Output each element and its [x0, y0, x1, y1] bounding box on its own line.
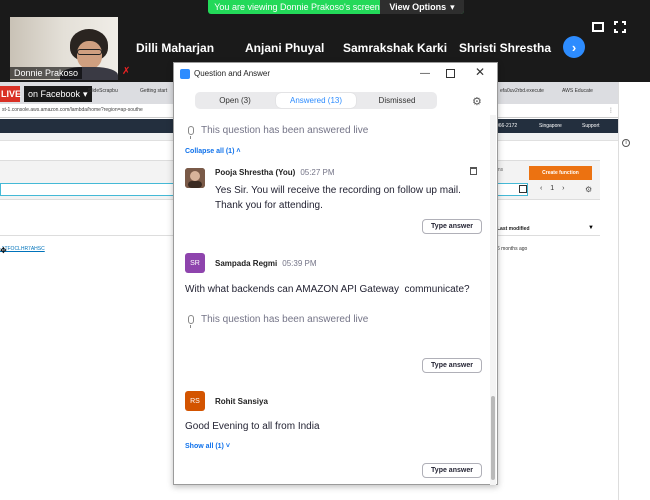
question-author: Rohit Sansiya: [215, 397, 268, 406]
tab-answered[interactable]: Answered (13): [276, 93, 356, 108]
share-banner-text: You are viewing Donnie Prakoso's screen: [214, 2, 380, 12]
qa-message-list: This question has been answered live Col…: [174, 115, 490, 485]
type-answer-button[interactable]: Type answer: [422, 219, 482, 234]
avatar: SR: [185, 253, 205, 273]
fullscreen-icon[interactable]: [614, 21, 626, 33]
participant-tile-2[interactable]: Anjani Phuyal: [245, 41, 324, 55]
live-badge: LIVE: [0, 86, 21, 102]
qa-tab-bar: Open (3) Answered (13) Dismissed: [195, 92, 437, 109]
trash-icon[interactable]: [470, 167, 477, 175]
chevron-right-icon[interactable]: ›: [562, 185, 564, 192]
page-number: 1: [550, 185, 555, 192]
mouse-cursor-icon: ✥: [0, 246, 7, 255]
aws-support-menu[interactable]: Support: [582, 123, 600, 129]
question-time: 05:39 PM: [282, 259, 317, 268]
participant-tile-1[interactable]: Dilli Maharjan: [136, 41, 214, 55]
type-answer-button[interactable]: Type answer: [422, 358, 482, 373]
type-answer-button[interactable]: Type answer: [422, 463, 482, 478]
reply-text: Yes Sir. You will receive the recording …: [215, 185, 461, 211]
pagination: ‹ 1 ›: [540, 185, 565, 192]
next-participants-button[interactable]: ›: [563, 36, 585, 58]
self-name-label: Donnie Prakoso: [10, 67, 83, 79]
minimize-button[interactable]: —: [420, 68, 430, 79]
info-icon[interactable]: i: [622, 139, 630, 147]
menu-icon[interactable]: ⋮: [608, 107, 614, 114]
screen-share-banner: You are viewing Donnie Prakoso's screen …: [208, 0, 464, 14]
answered-live-note: This question has been answered live: [188, 314, 368, 328]
gallery-view-icon[interactable]: [592, 22, 604, 32]
aws-account-menu[interactable]: 066-2172: [496, 123, 517, 129]
answered-live-note: This question has been answered live: [188, 125, 368, 139]
qa-titlebar[interactable]: Question and Answer — ✕: [174, 63, 497, 85]
qa-window: Question and Answer — ✕ Open (3) Answere…: [173, 62, 498, 485]
video-person-glasses: [77, 49, 102, 55]
collapse-all-link[interactable]: Collapse all (1) ˄: [185, 148, 240, 155]
gear-icon[interactable]: ⚙: [472, 95, 482, 108]
scrollbar-thumb[interactable]: [491, 396, 495, 480]
muted-mic-icon: ✗: [122, 66, 131, 77]
participant-tile-4[interactable]: Shristi Shrestha: [459, 41, 551, 55]
create-function-button[interactable]: Create function: [529, 166, 592, 180]
participant-tile-3[interactable]: Samrakshak Karki: [343, 41, 447, 55]
question-text: Good Evening to all from India: [185, 421, 320, 432]
url-text: st-1.console.aws.amazon.com/lambda/home?…: [2, 107, 143, 113]
tab-dismissed[interactable]: Dismissed: [357, 92, 437, 109]
chevron-up-icon: ˄: [236, 148, 241, 155]
maximize-button[interactable]: [446, 69, 455, 78]
sort-caret-icon[interactable]: ▼: [588, 225, 594, 231]
live-on-facebook-button[interactable]: on Facebook ▾: [24, 86, 92, 102]
browser-tab[interactable]: AWS Educate: [562, 88, 593, 94]
chevron-down-icon: ▾: [83, 88, 88, 99]
reply-time: 05:27 PM: [300, 168, 335, 177]
microphone-icon: [188, 314, 194, 328]
function-last-modified: 6 months ago: [497, 246, 528, 252]
facebook-live-label: on Facebook: [28, 89, 81, 99]
chevron-right-icon: ›: [571, 39, 577, 55]
show-all-link[interactable]: Show all (1) ˅: [185, 443, 230, 450]
view-options-label: View Options: [389, 2, 447, 12]
close-button[interactable]: ✕: [475, 65, 485, 79]
browser-tab[interactable]: SlideScrapbu: [88, 88, 118, 94]
aws-region-menu[interactable]: Singapore: [539, 123, 562, 129]
tab-open[interactable]: Open (3): [195, 92, 275, 109]
video-person-face: [77, 41, 102, 69]
question-text: With what backends can AMAZON API Gatewa…: [185, 284, 470, 295]
gear-icon[interactable]: ⚙: [585, 185, 592, 194]
zoom-app-icon: [180, 69, 190, 79]
chevron-left-icon[interactable]: ‹: [540, 185, 542, 192]
view-options-button[interactable]: View Options ▾: [380, 0, 464, 14]
filter-icon[interactable]: [519, 185, 527, 193]
reply-author: Pooja Shrestha (You) 05:27 PM: [215, 168, 335, 177]
avatar: RS: [185, 391, 205, 411]
browser-tab[interactable]: efa0uv2rbd.execute: [500, 88, 544, 94]
question-author: Sampada Regmi 05:39 PM: [215, 259, 317, 268]
qa-window-title: Question and Answer: [194, 69, 271, 78]
microphone-icon: [188, 125, 194, 139]
chevron-down-icon: ˅: [225, 443, 230, 450]
last-modified-column-header[interactable]: Last modified: [497, 226, 530, 232]
avatar: [185, 168, 205, 188]
browser-tab[interactable]: Getting start: [140, 88, 167, 94]
chevron-down-icon: ▾: [450, 1, 455, 12]
